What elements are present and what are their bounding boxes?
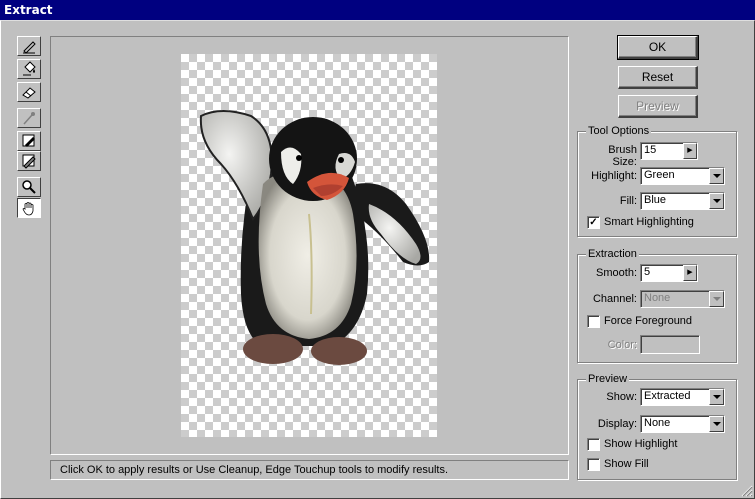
fill-select[interactable]: Blue	[640, 192, 725, 210]
show-value: Extracted	[644, 390, 691, 402]
resize-grip-icon[interactable]	[741, 485, 753, 497]
hand-icon	[22, 202, 34, 216]
chevron-down-icon[interactable]	[709, 389, 724, 405]
edge-highlighter-tool[interactable]	[17, 36, 41, 56]
eraser-tool[interactable]	[17, 82, 41, 102]
extraction-group: Extraction Smooth: 5 ▶ Channel: None For…	[577, 248, 737, 363]
show-label: Show:	[606, 391, 637, 403]
channel-select[interactable]: None	[640, 290, 725, 308]
smooth-label: Smooth:	[596, 267, 637, 279]
show-fill-label: Show Fill	[604, 458, 649, 470]
cleanup-tool-icon	[22, 134, 35, 147]
fill-value: Blue	[644, 194, 667, 206]
show-highlight-label: Show Highlight	[604, 438, 678, 450]
highlight-select[interactable]: Green	[640, 167, 725, 185]
fill-tool[interactable]	[17, 59, 41, 79]
highlight-label: Highlight:	[591, 170, 637, 182]
color-swatch[interactable]	[640, 335, 700, 354]
preview-title: Preview	[586, 373, 630, 385]
zoom-icon	[22, 180, 36, 194]
color-label: Color:	[607, 339, 637, 351]
channel-label: Channel:	[592, 293, 637, 305]
chevron-down-icon[interactable]	[709, 416, 724, 432]
force-foreground-label: Force Foreground	[604, 315, 693, 327]
brush-size-value: 15	[644, 144, 657, 156]
smooth-arrow-icon[interactable]: ▶	[683, 265, 697, 281]
brush-size-label: Brush Size:	[608, 144, 637, 168]
window-title: Extract	[0, 0, 755, 20]
brush-size-arrow-icon[interactable]: ▶	[683, 143, 697, 159]
preview-group: Preview Show: Extracted Display: None Sh…	[577, 373, 737, 480]
display-value: None	[644, 417, 671, 429]
show-select[interactable]: Extracted	[640, 388, 725, 406]
tool-options-group: Tool Options Brush Size: 15 ▶ Highlight:…	[577, 125, 737, 237]
extraction-title: Extraction	[586, 248, 639, 260]
chevron-down-icon[interactable]	[709, 168, 724, 184]
show-highlight-checkbox[interactable]	[587, 438, 600, 451]
eyedropper-icon	[23, 112, 35, 125]
preview-canvas[interactable]	[50, 36, 569, 455]
edge-touchup-icon	[22, 154, 36, 169]
smart-highlighting-checkbox[interactable]: ✓	[587, 216, 600, 229]
edge-touchup-tool[interactable]	[17, 151, 41, 171]
zoom-tool[interactable]	[17, 177, 41, 197]
status-message: Click OK to apply results or Use Cleanup…	[50, 460, 569, 480]
display-select[interactable]: None	[640, 415, 725, 433]
fill-label: Fill:	[619, 195, 637, 207]
hand-tool[interactable]	[17, 198, 41, 218]
preview-button[interactable]: Preview	[618, 95, 698, 118]
smart-highlighting-label: Smart Highlighting	[604, 216, 694, 228]
display-label: Display:	[597, 418, 637, 430]
fill-bucket-icon	[23, 61, 36, 76]
eyedropper-tool[interactable]	[17, 108, 41, 128]
edge-highlighter-icon	[23, 41, 36, 54]
force-foreground-checkbox[interactable]	[587, 315, 600, 328]
cleanup-tool[interactable]	[17, 131, 41, 151]
channel-value: None	[644, 292, 671, 304]
ok-button[interactable]: OK	[617, 35, 699, 60]
highlight-value: Green	[644, 169, 675, 181]
brush-size-field[interactable]: 15 ▶	[640, 142, 698, 160]
eraser-icon	[22, 87, 36, 99]
chevron-down-icon[interactable]	[709, 193, 724, 209]
chevron-down-icon[interactable]	[709, 291, 724, 307]
extracted-penguin-image	[199, 110, 430, 365]
reset-button[interactable]: Reset	[618, 66, 698, 89]
tool-options-title: Tool Options	[586, 125, 652, 137]
smooth-field[interactable]: 5 ▶	[640, 264, 698, 282]
smooth-value: 5	[644, 266, 651, 278]
transparency-background	[181, 54, 437, 437]
show-fill-checkbox[interactable]	[587, 458, 600, 471]
